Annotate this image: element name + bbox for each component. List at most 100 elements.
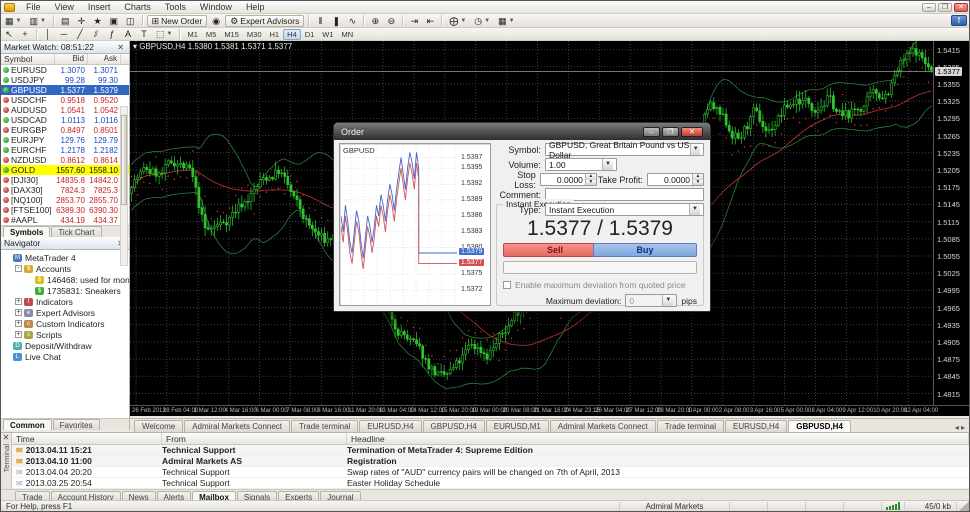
market-watch-row[interactable]: GOLD1557.601558.10 [1, 165, 129, 175]
market-watch-row[interactable]: [DJI30]14835.814842.0 [1, 175, 129, 185]
market-watch-row[interactable]: GBPUSD1.53771.5379 [1, 85, 129, 95]
chart-tab-gbpusd-h4[interactable]: GBPUSD,H4 [423, 420, 485, 432]
zoom-in-button[interactable]: ⊕ [368, 15, 382, 27]
fibonacci-tool[interactable]: ƒ [105, 28, 119, 40]
new-order-button[interactable]: ⊞New Order [147, 15, 208, 27]
close-button[interactable]: ✕ [954, 3, 968, 12]
label-tool[interactable]: T [137, 28, 151, 40]
timeframe-m30[interactable]: M30 [243, 29, 266, 40]
new-chart-button[interactable]: ▦▼ [2, 15, 24, 27]
spinner-arrows-icon[interactable]: ▲▼ [692, 174, 703, 185]
menu-help[interactable]: Help [239, 1, 272, 13]
expert-advisors-button[interactable]: ⚙Expert Advisors [225, 15, 304, 27]
dialog-close-button[interactable]: ✕ [681, 127, 703, 137]
tab-favorites[interactable]: Favorites [53, 419, 100, 430]
indicators-button[interactable]: ⨁▼ [446, 15, 469, 27]
timeframe-w1[interactable]: W1 [318, 29, 337, 40]
chevron-down-icon[interactable]: ▼ [662, 295, 673, 306]
timeframe-d1[interactable]: D1 [301, 29, 319, 40]
templates-button[interactable]: ▦▼ [495, 15, 517, 27]
expander-icon[interactable]: + [15, 320, 22, 327]
market-watch-row[interactable]: EURCHF1.21781.2182 [1, 145, 129, 155]
community-icon[interactable]: f [951, 15, 967, 26]
mail-row[interactable]: ✉2013.04.10 11:00Admiral Markets ASRegis… [12, 456, 969, 467]
tree-item-metatrader-4[interactable]: MMetaTrader 4 [1, 252, 129, 263]
timeframe-mn[interactable]: MN [338, 29, 358, 40]
minimize-button[interactable]: – [922, 3, 936, 12]
terminal-toggle[interactable]: ▣ [107, 15, 122, 27]
menu-insert[interactable]: Insert [81, 1, 118, 13]
volume-select[interactable]: 1.00▼ [545, 158, 617, 171]
tree-item-live-chat[interactable]: LLive Chat [1, 351, 129, 362]
timeframe-h4[interactable]: H4 [283, 29, 301, 40]
dialog-maximize-button[interactable]: ❐ [662, 127, 679, 137]
expander-icon[interactable]: - [15, 265, 22, 272]
column-from[interactable]: From [162, 433, 347, 444]
market-watch-row[interactable]: EURGBP0.84970.8501 [1, 125, 129, 135]
tree-item-1735831-sneakers[interactable]: $1735831: Sneakers [1, 285, 129, 296]
deviation-select[interactable]: 0▼ [625, 294, 677, 307]
market-watch-row[interactable]: [FTSE100]6389.306390.30 [1, 205, 129, 215]
tab-common[interactable]: Common [3, 419, 52, 430]
deviation-checkbox[interactable] [503, 281, 511, 289]
menu-view[interactable]: View [48, 1, 81, 13]
profiles-button[interactable]: ▥▼ [26, 15, 48, 27]
auto-scroll-button[interactable]: ⇥ [407, 15, 421, 27]
metaquotes-button[interactable]: ◉ [209, 15, 223, 27]
chevron-down-icon[interactable]: ▼ [16, 18, 22, 24]
market-watch-toggle[interactable]: ▤ [58, 15, 73, 27]
line-chart-button[interactable]: ∿ [345, 15, 359, 27]
chart-tab-trade-terminal[interactable]: Trade terminal [657, 420, 724, 432]
menu-window[interactable]: Window [193, 1, 239, 13]
order-dialog-titlebar[interactable]: Order – ❐ ✕ [334, 123, 710, 140]
tree-item-expert-advisors[interactable]: +eExpert Advisors [1, 307, 129, 318]
zoom-out-button[interactable]: ⊖ [384, 15, 398, 27]
trendline-tool[interactable]: ╱ [73, 28, 87, 40]
symbol-select[interactable]: GBPUSD, Great Britain Pound vs US Dollar… [545, 143, 704, 156]
tree-item-146468-used-for-monitori[interactable]: $146468: used for monitoring Kor [1, 274, 129, 285]
periods-button[interactable]: ◷▼ [471, 15, 493, 27]
market-watch-row[interactable]: EURJPY129.76129.79 [1, 135, 129, 145]
chevron-down-icon[interactable]: ▼ [602, 159, 613, 170]
chevron-down-icon[interactable]: ▼ [690, 144, 700, 155]
tree-item-indicators[interactable]: +fIndicators [1, 296, 129, 307]
tab-tick-chart[interactable]: Tick Chart [51, 226, 101, 237]
mail-row[interactable]: ✉2013.04.04 20:20Technical SupportSwap r… [12, 467, 969, 478]
expander-icon[interactable]: + [15, 298, 22, 305]
sell-button[interactable]: Sell [503, 243, 607, 257]
expander-icon[interactable]: + [15, 331, 22, 338]
column-ask[interactable]: Ask [88, 54, 121, 64]
chevron-down-icon[interactable]: ▼ [689, 204, 700, 215]
market-watch-row[interactable]: USDCHF0.95180.9520 [1, 95, 129, 105]
market-watch-row[interactable]: #AAPL434.19434.37 [1, 215, 129, 225]
market-watch-row[interactable]: [DAX30]7824.37825.3 [1, 185, 129, 195]
bar-chart-button[interactable]: ⦀ [313, 15, 327, 27]
chevron-down-icon[interactable]: ▼ [40, 18, 46, 24]
tree-item-deposit-withdraw[interactable]: DDeposit/Withdraw [1, 340, 129, 351]
chart-tab-eurusd-m1[interactable]: EURUSD,M1 [486, 420, 549, 432]
price-scale[interactable]: 1.54151.53851.53551.53251.52951.52651.52… [933, 41, 969, 405]
chart-shift-button[interactable]: ⇤ [423, 15, 437, 27]
market-watch-row[interactable]: USDJPY99.2899.30 [1, 75, 129, 85]
crosshair-tool[interactable]: + [18, 28, 32, 40]
column-symbol[interactable]: Symbol [1, 54, 55, 64]
channel-tool[interactable]: ⫽ [89, 28, 103, 40]
market-watch-scrollbar[interactable] [120, 106, 128, 266]
vertical-line-tool[interactable]: │ [41, 28, 55, 40]
time-axis[interactable]: 26 Feb 201328 Feb 04:001 Mar 12:004 Mar … [130, 405, 969, 416]
menu-tools[interactable]: Tools [158, 1, 193, 13]
chevron-down-icon[interactable]: ▼ [484, 18, 490, 24]
timeframe-m5[interactable]: M5 [202, 29, 220, 40]
terminal-close-icon[interactable]: ✕ [3, 433, 10, 442]
strategy-tester-toggle[interactable]: ◫ [123, 15, 138, 27]
cursor-tool[interactable]: ↖ [2, 28, 16, 40]
navigator-toggle[interactable]: ★ [90, 15, 104, 27]
dialog-minimize-button[interactable]: – [643, 127, 660, 137]
column-bid[interactable]: Bid [55, 54, 88, 64]
market-watch-row[interactable]: AUDUSD1.05411.0542 [1, 105, 129, 115]
tab-symbols[interactable]: Symbols [3, 226, 50, 237]
mail-row[interactable]: ✉2013.03.25 20:54Technical SupportEaster… [12, 478, 969, 489]
chart-tab-eurusd-h4[interactable]: EURUSD,H4 [725, 420, 787, 432]
order-type-select[interactable]: Instant Execution▼ [545, 203, 704, 216]
chart-tab-welcome[interactable]: Welcome [134, 420, 183, 432]
